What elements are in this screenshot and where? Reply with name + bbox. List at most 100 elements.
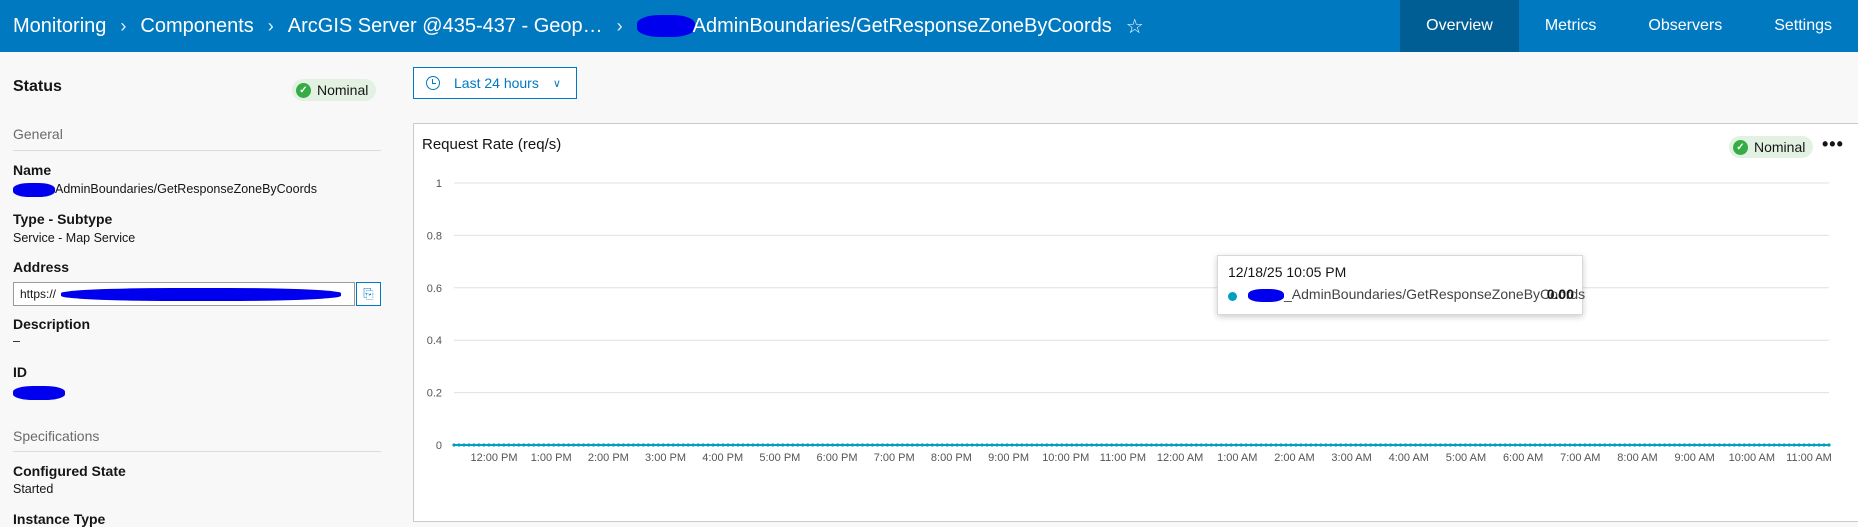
copy-button[interactable]: ⎘ [356,282,381,306]
data-point [880,443,885,447]
data-point [1254,443,1258,447]
data-point [552,443,556,447]
data-point [611,443,616,447]
data-point [1473,443,1477,447]
data-point [786,443,790,447]
data-point [930,443,934,447]
data-point [761,443,765,447]
x-tick-label: 11:00 PM [1100,452,1146,464]
data-point [1672,443,1677,447]
data-point [1757,443,1761,447]
data-point [1269,443,1273,447]
data-point [621,443,625,447]
data-point [1259,443,1263,447]
data-point [576,443,581,447]
data-point [1687,443,1692,447]
data-point [1623,443,1627,447]
clock-icon [426,76,440,90]
y-tick-label: 1 [436,178,442,190]
data-point [596,443,601,447]
tab-metrics[interactable]: Metrics [1519,0,1623,52]
data-point [1438,443,1443,447]
star-icon[interactable]: ☆ [1126,14,1144,39]
data-point [1379,443,1383,447]
data-point [1643,443,1647,447]
data-point [1010,443,1014,447]
x-tick-label: 2:00 AM [1274,452,1314,464]
data-point [562,443,566,447]
data-point [1214,443,1218,447]
address-field[interactable]: https:// [13,282,355,306]
x-tick-label: 3:00 AM [1331,452,1371,464]
configured-state-label: Configured State [13,463,126,479]
data-point [1279,443,1283,447]
data-point [701,443,705,447]
y-tick-label: 0.4 [427,335,442,347]
x-tick-label: 2:00 PM [588,452,629,464]
data-point [1518,443,1522,447]
tab-overview[interactable]: Overview [1400,0,1519,52]
tab-observers[interactable]: Observers [1622,0,1748,52]
x-tick-label: 9:00 AM [1674,452,1714,464]
data-point [1488,443,1492,447]
divider [13,150,381,151]
data-point [1573,443,1577,447]
data-point [756,443,760,447]
data-point [1189,443,1193,447]
data-point [1568,443,1572,447]
data-point [542,443,546,447]
data-point [1075,443,1079,447]
data-point [821,443,825,447]
data-point [1478,443,1482,447]
data-point [1722,443,1726,447]
status-badge-label: Nominal [317,82,369,98]
data-point [1418,443,1423,447]
data-point [1129,443,1134,447]
tab-settings[interactable]: Settings [1748,0,1858,52]
data-point [826,443,830,447]
data-point [641,443,645,447]
description-label: Description [13,316,91,332]
data-point [681,443,685,447]
redaction-mark [1248,288,1284,302]
time-range-dropdown[interactable]: Last 24 hours ∨ [413,67,577,99]
breadcrumb-monitoring[interactable]: Monitoring [13,15,106,38]
data-point [1040,443,1044,447]
breadcrumb-server[interactable]: ArcGIS Server @435-437 - Geop… [288,15,603,38]
data-point [1712,443,1717,447]
y-tick-label: 0.2 [427,388,442,400]
data-point [1772,443,1776,447]
data-point [1369,443,1373,447]
data-point [1762,443,1766,447]
data-point [1149,443,1154,447]
data-point [1164,443,1169,447]
top-header: Monitoring › Components › ArcGIS Server … [0,0,1858,52]
data-point [706,443,710,447]
breadcrumb-components[interactable]: Components [140,15,253,38]
data-point [1697,443,1702,447]
data-point [751,443,755,447]
data-point [1209,443,1213,447]
data-point [1807,443,1811,447]
data-point [1035,443,1039,447]
data-point [1653,443,1657,447]
data-point [571,443,576,447]
x-tick-label: 10:00 PM [1042,452,1089,464]
data-point [890,443,895,447]
data-point [885,443,890,447]
data-point [1707,443,1712,447]
data-point [1797,443,1801,447]
data-point [1717,443,1721,447]
data-point [661,443,665,447]
data-point [796,443,800,447]
status-title: Status [13,78,62,95]
data-point [581,443,586,447]
data-point [1802,443,1806,447]
data-point [1538,443,1542,447]
data-point [1065,443,1069,447]
data-point [840,443,845,447]
data-point [547,443,551,447]
data-point [1393,443,1398,447]
top-nav: Overview Metrics Observers Settings [1400,0,1858,52]
y-tick-label: 0 [436,440,442,452]
